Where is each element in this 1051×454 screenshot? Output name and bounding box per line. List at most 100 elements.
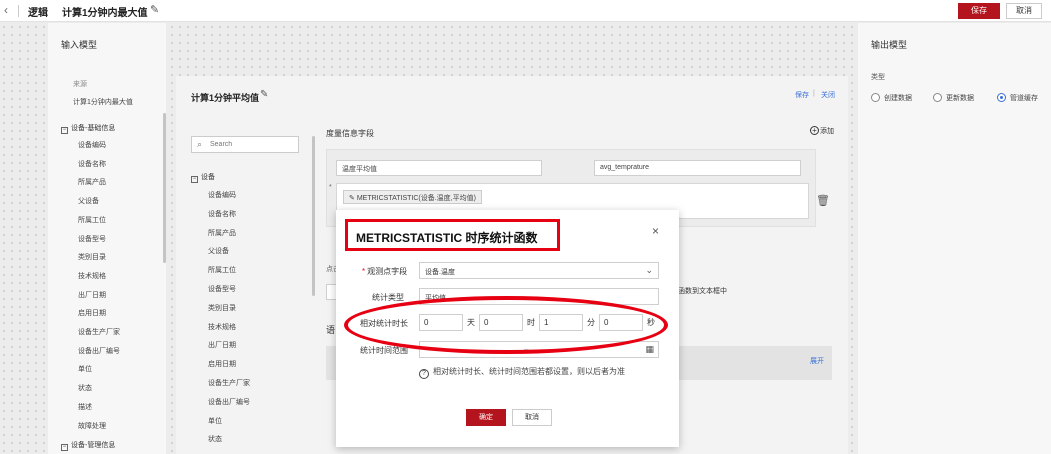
tree-item[interactable]: 所属工位	[208, 265, 236, 275]
radio-icon[interactable]	[871, 93, 880, 102]
expand-link[interactable]: 展开	[810, 356, 824, 366]
tree-item[interactable]: 出厂日期	[78, 290, 106, 300]
tree-item[interactable]: 启用日期	[78, 308, 106, 318]
app-name: 逻辑	[28, 8, 48, 19]
radio-label: 更新数据	[946, 95, 974, 102]
tree-item[interactable]: 设备生产厂家	[78, 327, 120, 337]
tip-text: 相对统计时长、统计时间范围若都设置，则以后者为准	[433, 367, 625, 376]
hours-input[interactable]: 0	[479, 314, 523, 331]
tree-item[interactable]: 类别目录	[208, 303, 236, 313]
tree-item[interactable]: 单位	[208, 416, 222, 426]
source-label: 来源	[73, 81, 87, 88]
scrollbar[interactable]	[163, 113, 166, 263]
tree-item[interactable]: 启用日期	[208, 359, 236, 369]
confirm-button[interactable]: 确定	[466, 409, 506, 426]
tree-group-device[interactable]: − 设备	[191, 172, 215, 183]
search-input[interactable]	[210, 139, 296, 150]
expression-tag[interactable]: ✎ METRICSTATISTIC(设备.温度,平均值)	[343, 190, 482, 204]
close-icon[interactable]: ×	[652, 224, 659, 238]
tree-item[interactable]: 设备编码	[208, 190, 236, 200]
output-model-header: 输出模型	[871, 40, 908, 50]
radio-icon[interactable]	[933, 93, 942, 102]
question-icon: ?	[419, 369, 429, 379]
tree-item[interactable]: 父设备	[78, 196, 99, 206]
minutes-input[interactable]: 1	[539, 314, 583, 331]
expression-text: METRICSTATISTIC(设备.温度,平均值)	[356, 195, 476, 202]
tree-group-label: 设备	[201, 174, 215, 181]
radio-cache[interactable]: 管道缓存	[997, 93, 1038, 103]
card-close-link[interactable]: 关闭	[821, 90, 835, 100]
tree-group-basic[interactable]: − 设备-基础信息	[61, 123, 115, 134]
type-label: 类型	[871, 74, 885, 81]
tree-item[interactable]: 所属产品	[208, 228, 236, 238]
tree-item[interactable]: 设备生产厂家	[208, 378, 250, 388]
language-label: 语	[326, 325, 336, 335]
calendar-icon[interactable]: ▦	[645, 344, 654, 355]
tree-group-management[interactable]: − 设备-管理信息	[61, 440, 115, 451]
edit-pencil-icon: ✎	[349, 195, 357, 202]
tree-item[interactable]: 设备名称	[208, 209, 236, 219]
edit-pencil-icon[interactable]: ✎	[150, 3, 159, 16]
chevron-down-icon: ⌄	[645, 265, 653, 275]
tree-item[interactable]: 设备出厂编号	[78, 346, 120, 356]
tree-item[interactable]: 设备名称	[78, 159, 106, 169]
trash-icon[interactable]: 🗑	[816, 194, 830, 207]
plus-circle-icon: +	[810, 126, 819, 135]
range-label: 统计时间范围	[360, 346, 408, 355]
tree-item[interactable]: 出厂日期	[208, 340, 236, 350]
tree-item[interactable]: 描述	[78, 402, 92, 412]
point-field-select[interactable]: 设备.温度 ⌄	[419, 262, 659, 279]
collapse-icon[interactable]: −	[61, 127, 68, 134]
input-model-panel: 输入模型 来源 计算1分钟内最大值 − 设备-基础信息 设备编码 设备名称 所属产品父…	[48, 23, 166, 454]
card-title: 计算1分钟平均值	[191, 93, 260, 103]
collapse-icon[interactable]: −	[61, 444, 68, 451]
radio-create[interactable]: 创建数据	[871, 93, 912, 103]
time-range-picker[interactable]: – ▦	[419, 341, 659, 358]
edit-pencil-icon[interactable]: ✎	[260, 89, 268, 100]
save-button[interactable]: 保存	[958, 3, 1000, 19]
unit-hour: 时	[527, 318, 535, 327]
hint-text: 函数到文本框中	[678, 288, 727, 295]
cancel-button[interactable]: 取消	[1006, 3, 1042, 19]
search-box[interactable]: ⌕	[191, 136, 299, 153]
tree-item[interactable]: 设备型号	[208, 284, 236, 294]
field-key-input[interactable]: avg_temprature	[594, 160, 801, 176]
card-save-link[interactable]: 保存	[795, 90, 809, 100]
field-name-input[interactable]: 温度平均值	[336, 160, 542, 176]
tree-item[interactable]: 设备出厂编号	[208, 397, 250, 407]
add-label: 添加	[820, 128, 834, 135]
tree-item[interactable]: 单位	[78, 364, 92, 374]
metricstatistic-dialog: METRICSTATISTIC 时序统计函数 × * 观测点字段 设备.温度 ⌄ 统…	[336, 210, 679, 447]
days-input[interactable]: 0	[419, 314, 463, 331]
measure-title: 度量信息字段	[326, 129, 374, 138]
tree-item[interactable]: 状态	[208, 434, 222, 444]
tree-item[interactable]: 父设备	[208, 246, 229, 256]
radio-update[interactable]: 更新数据	[933, 93, 974, 103]
collapse-icon[interactable]: −	[191, 176, 198, 183]
scrollbar[interactable]	[312, 136, 315, 296]
tree-item[interactable]: 技术规格	[78, 271, 106, 281]
dialog-cancel-button[interactable]: 取消	[512, 409, 552, 426]
point-field-label: * 观测点字段	[362, 267, 408, 276]
radio-selected-icon[interactable]	[997, 93, 1006, 102]
tree-item[interactable]: 故障处理	[78, 421, 106, 431]
seconds-input[interactable]: 0	[599, 314, 643, 331]
label-text: 观测点字段	[367, 267, 408, 276]
source-value: 计算1分钟内最大值	[73, 99, 133, 106]
tree-item[interactable]: 类别目录	[78, 252, 106, 262]
page-title: 计算1分钟内最大值	[62, 8, 148, 19]
tree-item[interactable]: 设备型号	[78, 234, 106, 244]
tree-item[interactable]: 所属产品	[78, 177, 106, 187]
tree-item[interactable]: 所属工位	[78, 215, 106, 225]
unit-day: 天	[467, 318, 475, 327]
tree-item[interactable]: 技术规格	[208, 322, 236, 332]
back-chevron-icon[interactable]: ‹	[4, 3, 8, 17]
tree-item[interactable]: 状态	[78, 383, 92, 393]
stat-type-select[interactable]: 平均值	[419, 288, 659, 305]
required-mark: *	[329, 184, 332, 191]
dialog-title: METRICSTATISTIC 时序统计函数	[356, 231, 538, 245]
tree-item[interactable]: 设备编码	[78, 140, 106, 150]
tree-group-label: 设备-基础信息	[71, 125, 116, 132]
dialog-tip: ? 相对统计时长、统计时间范围若都设置，则以后者为准	[419, 366, 625, 379]
add-button[interactable]: + 添加	[810, 126, 834, 136]
